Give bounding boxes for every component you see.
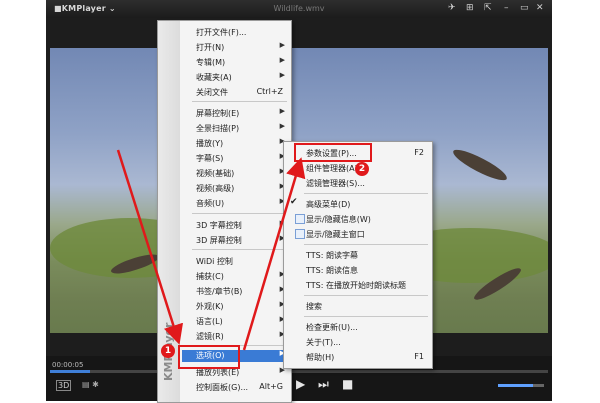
menu-item-toggle-info[interactable]: 显示/隐藏信息(W) [306,214,428,225]
menu-item-open-file[interactable]: 打开文件(F)... [196,27,287,38]
menu-item-advanced-menu[interactable]: 高级菜单(D) [306,199,428,210]
menu-item-tts-info[interactable]: TTS: 朗读信息 [306,265,428,276]
layout-icon[interactable]: ⊞ [466,3,474,13]
menu-item-toggle-main-window[interactable]: 显示/隐藏主窗口 [306,229,428,240]
menu-item-3d-subtitle-control[interactable]: 3D 字幕控制▶ [196,219,287,231]
menu-item-bookmarks[interactable]: 书签/章节(B)▶ [196,285,287,297]
menu-item-video-basic[interactable]: 视频(基础)▶ [196,167,287,179]
menu-item-subtitles[interactable]: 字幕(S)▶ [196,152,287,164]
highlight-options [178,345,240,369]
menu-item-control-panel[interactable]: 控制面板(G)... Alt+G [196,382,287,393]
menu-item-open[interactable]: 打开(N) ▶ [196,41,287,53]
time-display: 00:00:05 [52,361,84,369]
menu-separator [304,295,428,296]
submenu-arrow-icon: ▶ [279,122,285,130]
menu-item-tts-subtitles[interactable]: TTS: 朗读字幕 [306,250,428,261]
menu-item-playback[interactable]: 播放(Y)▶ [196,137,287,149]
submenu-arrow-icon: ▶ [279,41,285,49]
step-badge-2: 2 [355,162,369,176]
menu-item-help[interactable]: 帮助(H) F1 [306,352,428,363]
menu-item-pan-scan[interactable]: 全景扫描(P) ▶ [196,122,287,134]
next-icon[interactable]: ⏭ [318,377,329,392]
volume-slider[interactable] [498,384,544,387]
pin-icon[interactable]: ✈ [448,3,456,13]
stop-icon[interactable]: ■ [342,377,353,391]
menu-item-close-file[interactable]: 关闭文件 Ctrl+Z [196,87,287,98]
checkbox-icon [295,229,305,239]
3d-button[interactable]: 3D [56,380,72,391]
maximize-icon[interactable]: ▭ [520,3,529,13]
menu-separator [304,244,428,245]
menu-item-search[interactable]: 搜索 [306,301,428,312]
menu-separator [192,249,287,250]
menu-item-filters[interactable]: 滤镜(R)▶ [196,330,287,342]
menu-item-tts-title[interactable]: TTS: 在播放开始时朗读标题 [306,280,428,291]
menu-separator [192,101,287,102]
title-bar: ■KMPlayer ⌄ Wildlife.wmv ✈ ⊞ ⇱ – ▭ ✕ [46,0,552,18]
menu-item-about[interactable]: 关于(T)... [306,337,428,348]
seek-progress [50,370,90,373]
checkmark-icon: ✔ [290,197,298,207]
submenu-arrow-icon: ▶ [279,71,285,79]
menu-item-widi-control[interactable]: WiDi 控制 [196,256,287,267]
menu-separator [192,213,287,214]
play-icon[interactable]: ▶ [296,377,305,391]
menu-item-audio[interactable]: 音频(U)▶ [196,197,287,209]
menu-item-screen-control[interactable]: 屏幕控制(E) ▶ [196,107,287,119]
settings-icons[interactable]: ▤ ✱ [82,380,99,389]
step-badge-1: 1 [161,344,175,358]
submenu-arrow-icon: ▶ [279,56,285,64]
menu-separator [304,193,428,194]
menu-item-favorites[interactable]: 收藏夹(A) ▶ [196,71,287,83]
submenu-arrow-icon: ▶ [279,107,285,115]
menu-item-video-advanced[interactable]: 视频(高级)▶ [196,182,287,194]
volume-level [498,384,533,387]
menu-separator [304,316,428,317]
menu-item-3d-screen-control[interactable]: 3D 屏幕控制▶ [196,234,287,246]
menu-item-check-updates[interactable]: 检查更新(U)... [306,322,428,333]
close-icon[interactable]: ✕ [536,3,544,13]
menu-item-language[interactable]: 语言(L)▶ [196,315,287,327]
window-title: Wildlife.wmv [273,4,325,13]
fullscreen-icon[interactable]: ⇱ [484,3,492,13]
seek-bar[interactable] [50,370,548,373]
checkbox-icon [295,214,305,224]
menu-item-album[interactable]: 专辑(M) ▶ [196,56,287,68]
video-bird [449,145,511,185]
menu-item-capture[interactable]: 捕获(C)▶ [196,270,287,282]
menu-item-filter-manager[interactable]: 滤镜管理器(S)... [306,178,428,189]
menu-item-skins[interactable]: 外观(K)▶ [196,300,287,312]
highlight-preferences [294,143,372,162]
minimize-icon[interactable]: – [504,3,509,13]
